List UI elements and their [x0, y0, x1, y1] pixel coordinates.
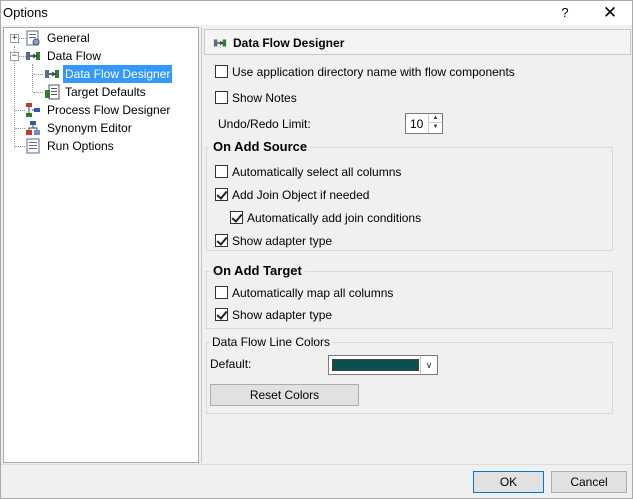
dialog-footer: OK Cancel	[1, 464, 632, 498]
checkbox-box[interactable]	[215, 308, 228, 321]
spin-down-icon[interactable]: ▼	[429, 123, 442, 132]
add-join-object-checkbox[interactable]: Add Join Object if needed	[215, 187, 515, 203]
data-flow-designer-icon	[213, 39, 227, 47]
options-tree: + General − Data Flow Data Flow Designer…	[3, 27, 199, 463]
auto-select-columns-checkbox[interactable]: Automatically select all columns	[215, 164, 515, 180]
tree-item-label: Target Defaults	[65, 85, 146, 99]
checkbox-label: Add Join Object if needed	[232, 188, 370, 202]
ok-button[interactable]: OK	[473, 471, 544, 493]
tree-item-target-defaults[interactable]: Target Defaults	[4, 83, 194, 101]
checkbox-label: Show adapter type	[232, 234, 333, 248]
reset-colors-button[interactable]: Reset Colors	[210, 384, 359, 406]
checkbox-label: Use application directory name with flow…	[232, 65, 515, 79]
checkbox-box[interactable]	[215, 91, 228, 104]
tree-item-label: Process Flow Designer	[47, 103, 171, 117]
window-title: Options	[3, 5, 48, 20]
help-button[interactable]: ?	[550, 1, 580, 25]
checkbox-label: Automatically select all columns	[232, 165, 402, 179]
undo-redo-spinner[interactable]: 10 ▲ ▼	[405, 113, 443, 134]
tree-item-general[interactable]: + General	[4, 29, 194, 47]
options-dialog: Options ? ✕ + General − Data Flow Data F…	[0, 0, 633, 499]
tree-item-synonym-editor[interactable]: Synonym Editor	[4, 119, 194, 137]
checkbox-box[interactable]	[230, 211, 243, 224]
auto-map-columns-checkbox[interactable]: Automatically map all columns	[215, 285, 515, 301]
tree-item-label: Data Flow	[47, 49, 102, 63]
target-defaults-icon	[45, 84, 60, 100]
color-swatch	[332, 359, 419, 371]
checkbox-label: Show adapter type	[232, 308, 333, 322]
target-show-adapter-checkbox[interactable]: Show adapter type	[215, 307, 515, 323]
undo-redo-value[interactable]: 10	[410, 117, 423, 131]
source-show-adapter-checkbox[interactable]: Show adapter type	[215, 233, 515, 249]
tree-item-process-flow-designer[interactable]: Process Flow Designer	[4, 101, 194, 119]
default-color-label: Default:	[210, 357, 252, 371]
tree-item-data-flow-designer[interactable]: Data Flow Designer	[4, 65, 194, 83]
undo-redo-label: Undo/Redo Limit:	[218, 117, 311, 131]
checkbox-label: Automatically add join conditions	[247, 211, 422, 225]
line-colors-title: Data Flow Line Colors	[209, 335, 334, 349]
checkbox-box[interactable]	[215, 165, 228, 178]
settings-doc-icon	[26, 30, 40, 46]
cancel-button[interactable]: Cancel	[551, 471, 627, 493]
auto-join-conditions-checkbox[interactable]: Automatically add join conditions	[230, 210, 530, 226]
tree-item-run-options[interactable]: Run Options	[4, 137, 194, 155]
checkbox-box[interactable]	[215, 65, 228, 78]
checkbox-label: Automatically map all columns	[232, 286, 394, 300]
default-color-dropdown[interactable]: ∨	[328, 355, 438, 375]
chevron-down-icon[interactable]: ∨	[420, 356, 437, 374]
tree-item-label: Run Options	[47, 139, 114, 153]
panel-title: Data Flow Designer	[233, 36, 345, 50]
checkbox-box[interactable]	[215, 234, 228, 247]
checkbox-box[interactable]	[215, 286, 228, 299]
expand-icon[interactable]: +	[10, 34, 19, 43]
checkbox-box[interactable]	[215, 188, 228, 201]
panel-header: Data Flow Designer	[204, 29, 631, 55]
on-add-source-title: On Add Source	[210, 139, 311, 154]
spinner-buttons: ▲ ▼	[428, 114, 442, 133]
tree-item-label: Data Flow Designer	[63, 65, 173, 83]
title-bar: Options ? ✕	[1, 1, 632, 25]
data-flow-icon	[26, 52, 40, 60]
on-add-target-title: On Add Target	[210, 263, 305, 278]
tree-item-data-flow[interactable]: − Data Flow	[4, 47, 194, 65]
tree-item-label: General	[47, 31, 90, 45]
collapse-icon[interactable]: −	[10, 52, 19, 61]
run-options-icon	[26, 138, 40, 154]
settings-panel: Data Flow Designer Use application direc…	[201, 27, 632, 463]
tree-item-label: Synonym Editor	[47, 121, 132, 135]
show-notes-checkbox[interactable]: Show Notes	[215, 90, 415, 106]
use-app-dir-checkbox[interactable]: Use application directory name with flow…	[215, 64, 615, 80]
process-flow-icon	[26, 103, 40, 117]
synonym-editor-icon	[26, 121, 40, 135]
spin-up-icon[interactable]: ▲	[429, 114, 442, 123]
close-button[interactable]: ✕	[595, 1, 625, 25]
checkbox-label: Show Notes	[232, 91, 297, 105]
data-flow-designer-icon	[45, 70, 59, 78]
